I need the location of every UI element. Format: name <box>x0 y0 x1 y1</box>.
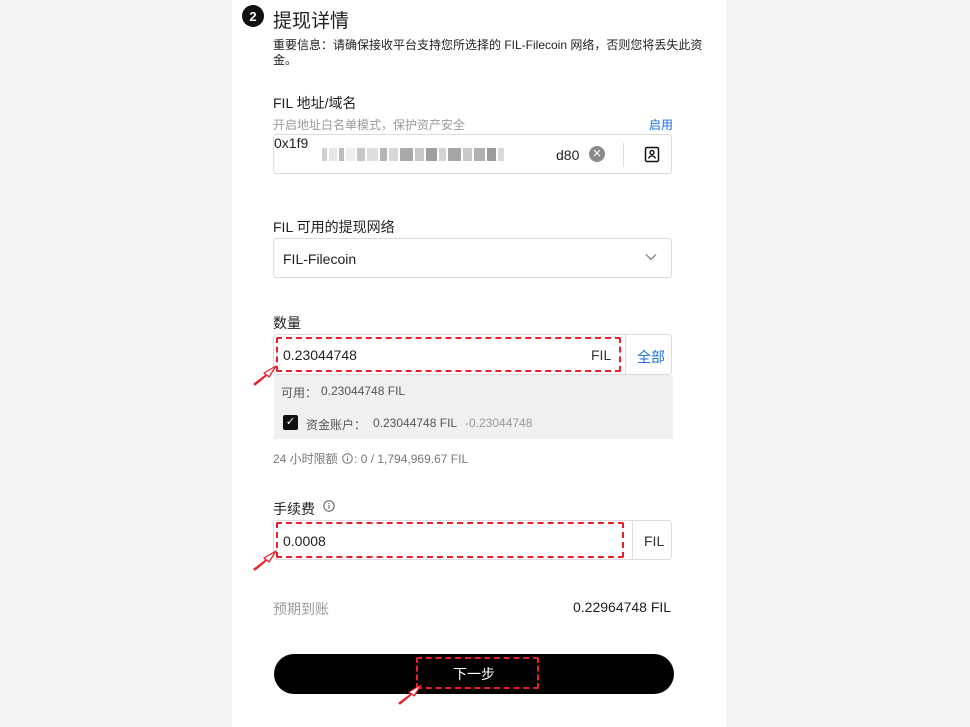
address-divider <box>623 143 624 167</box>
annotation-arrow-icon <box>253 365 277 386</box>
expected-label: 预期到账 <box>273 601 329 617</box>
network-select[interactable]: FIL-Filecoin <box>273 238 672 278</box>
address-value-start: 0x1f9 <box>274 135 309 151</box>
address-mosaic-redaction <box>322 146 504 163</box>
max-amount-button[interactable]: 全部 <box>637 347 665 367</box>
annotation-highlight-fee <box>276 522 624 558</box>
available-balance-panel: 可用： 0.23044748 FIL ✓ 资金账户： 0.23044748 FI… <box>274 375 673 439</box>
info-icon[interactable] <box>342 453 353 464</box>
chevron-down-icon <box>645 254 657 261</box>
address-label: FIL 地址/域名 <box>273 95 357 111</box>
address-value-end: d80 <box>556 147 580 163</box>
fee-divider <box>632 521 633 559</box>
close-circle-icon[interactable]: ✕ <box>589 146 605 162</box>
step-number-badge: 2 <box>242 5 264 27</box>
fee-unit: FIL <box>644 533 665 549</box>
annotation-highlight-next <box>416 657 539 689</box>
daily-limit: 24 小时限额 : 0 / 1,794,969.67 FIL <box>273 450 468 467</box>
network-label: FIL 可用的提现网络 <box>273 219 395 235</box>
expected-value: 0.22964748 FIL <box>573 599 672 615</box>
amount-label: 数量 <box>273 315 301 331</box>
whitelist-hint: 开启地址白名单模式，保护资产安全 <box>273 118 466 132</box>
funding-account-deduct: -0.23044748 <box>465 416 533 430</box>
enable-whitelist-link[interactable]: 启用 <box>649 116 673 133</box>
funding-account-label: 资金账户： <box>306 418 367 432</box>
funding-account-value: 0.23044748 FIL <box>373 416 458 430</box>
address-book-icon[interactable] <box>644 146 660 163</box>
network-warning-notice: 重要信息：请确保接收平台支持您所选择的 FIL-Filecoin 网络，否则您将… <box>273 38 703 67</box>
annotation-arrow-icon <box>398 684 422 705</box>
daily-limit-value: : 0 / 1,794,969.67 FIL <box>354 452 469 466</box>
annotation-highlight-amount <box>276 337 621 372</box>
available-value: 0.23044748 FIL <box>321 384 406 398</box>
daily-limit-prefix: 24 小时限额 <box>273 452 338 466</box>
max-divider <box>625 335 626 374</box>
address-input[interactable]: 0x1f9 d80 ✕ <box>273 134 672 174</box>
section-title: 提现详情 <box>273 11 350 32</box>
annotation-arrow-icon <box>253 550 277 571</box>
network-selected-value: FIL-Filecoin <box>283 251 357 267</box>
available-label: 可用： <box>281 386 318 400</box>
info-icon[interactable] <box>323 500 335 512</box>
funding-account-checkbox[interactable]: ✓ <box>283 415 298 430</box>
fee-label: 手续费 <box>273 501 315 517</box>
